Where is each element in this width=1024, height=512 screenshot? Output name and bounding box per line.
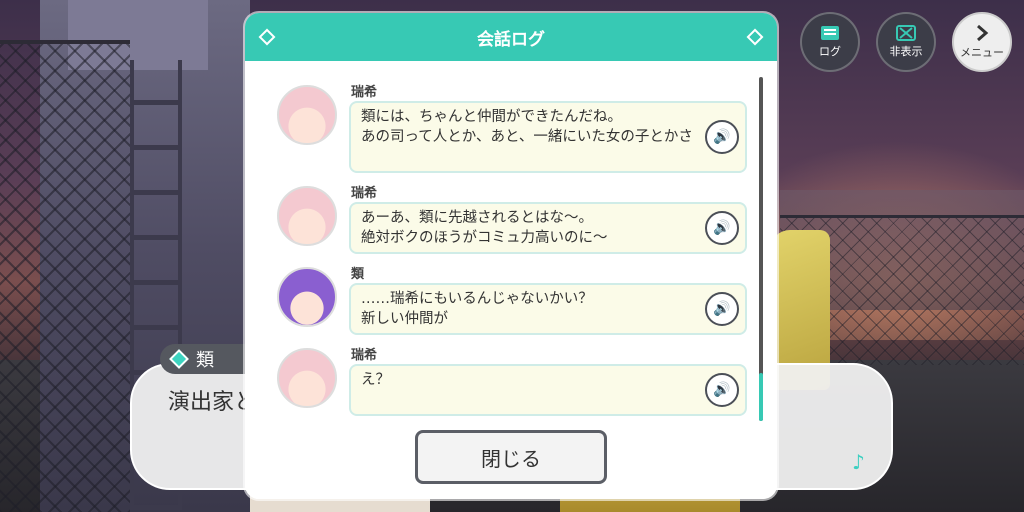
log-text: あーあ、類に先越されるとはな〜。 絶対ボクのほうがコミュ力高いのに〜 bbox=[361, 210, 608, 246]
conversation-log-modal: 会話ログ 瑞希 類には、ちゃんと仲間ができたんだね。 あの司って人とか、あと、一… bbox=[245, 13, 777, 499]
speaker-icon: 🔊 bbox=[713, 129, 731, 145]
menu-button-label: メニュー bbox=[960, 46, 1004, 59]
chevron-right-icon bbox=[977, 24, 989, 42]
log-speaker: 瑞希 bbox=[351, 348, 378, 363]
avatar-mizuki bbox=[277, 85, 337, 145]
avatar-mizuki bbox=[277, 186, 337, 246]
modal-title: 会話ログ bbox=[477, 29, 545, 50]
menu-button[interactable]: メニュー bbox=[952, 12, 1012, 72]
log-bubble: ……瑞希にもいるんじゃないかい？ 新しい仲間が 🔊 bbox=[349, 283, 747, 335]
music-note-icon: ♪ bbox=[852, 450, 865, 474]
log-text: え？ bbox=[361, 372, 390, 388]
dialogue-text: 演出家と bbox=[168, 390, 257, 415]
log-entry: 瑞希 え？ 🔊 bbox=[277, 344, 757, 424]
log-speaker: 瑞希 bbox=[351, 85, 378, 100]
scrollbar-thumb[interactable] bbox=[759, 373, 763, 421]
diamond-icon bbox=[746, 28, 764, 46]
speaker-icon: 🔊 bbox=[713, 301, 731, 317]
avatar-mizuki bbox=[277, 348, 337, 408]
hide-icon bbox=[896, 25, 916, 41]
close-button[interactable]: 閉じる bbox=[415, 430, 607, 484]
diamond-icon bbox=[169, 349, 189, 369]
log-entry: 瑞希 あーあ、類に先越されるとはな〜。 絶対ボクのほうがコミュ力高いのに〜 🔊 bbox=[277, 182, 757, 262]
log-speaker: 瑞希 bbox=[351, 186, 378, 201]
voice-play-button[interactable]: 🔊 bbox=[705, 373, 739, 407]
speaker-icon: 🔊 bbox=[713, 220, 731, 236]
log-bubble: え？ 🔊 bbox=[349, 364, 747, 416]
log-icon bbox=[821, 26, 839, 40]
log-entry: 類 ……瑞希にもいるんじゃないかい？ 新しい仲間が 🔊 bbox=[277, 263, 757, 343]
log-entry: 瑞希 類には、ちゃんと仲間ができたんだね。 あの司って人とか、あと、一緒にいた女… bbox=[277, 81, 757, 173]
fence-left bbox=[0, 40, 130, 512]
log-speaker: 類 bbox=[351, 267, 365, 282]
speaker-icon: 🔊 bbox=[713, 382, 731, 398]
log-button[interactable]: ログ bbox=[800, 12, 860, 72]
diamond-icon bbox=[258, 28, 276, 46]
log-button-label: ログ bbox=[819, 45, 841, 58]
log-text: 類には、ちゃんと仲間ができたんだね。 あの司って人とか、あと、一緒にいた女の子と… bbox=[361, 109, 693, 145]
log-text: ……瑞希にもいるんじゃないかい？ 新しい仲間が bbox=[361, 291, 593, 327]
scrollbar-track[interactable] bbox=[759, 77, 763, 421]
log-bubble: あーあ、類に先越されるとはな〜。 絶対ボクのほうがコミュ力高いのに〜 🔊 bbox=[349, 202, 747, 254]
voice-play-button[interactable]: 🔊 bbox=[705, 120, 739, 154]
avatar-rui bbox=[277, 267, 337, 327]
voice-play-button[interactable]: 🔊 bbox=[705, 292, 739, 326]
modal-header: 会話ログ bbox=[245, 13, 777, 61]
voice-play-button[interactable]: 🔊 bbox=[705, 211, 739, 245]
hide-button-label: 非表示 bbox=[889, 45, 923, 58]
log-bubble: 類には、ちゃんと仲間ができたんだね。 あの司って人とか、あと、一緒にいた女の子と… bbox=[349, 101, 747, 173]
dialogue-speaker: 類 bbox=[196, 350, 214, 371]
hide-button[interactable]: 非表示 bbox=[876, 12, 936, 72]
